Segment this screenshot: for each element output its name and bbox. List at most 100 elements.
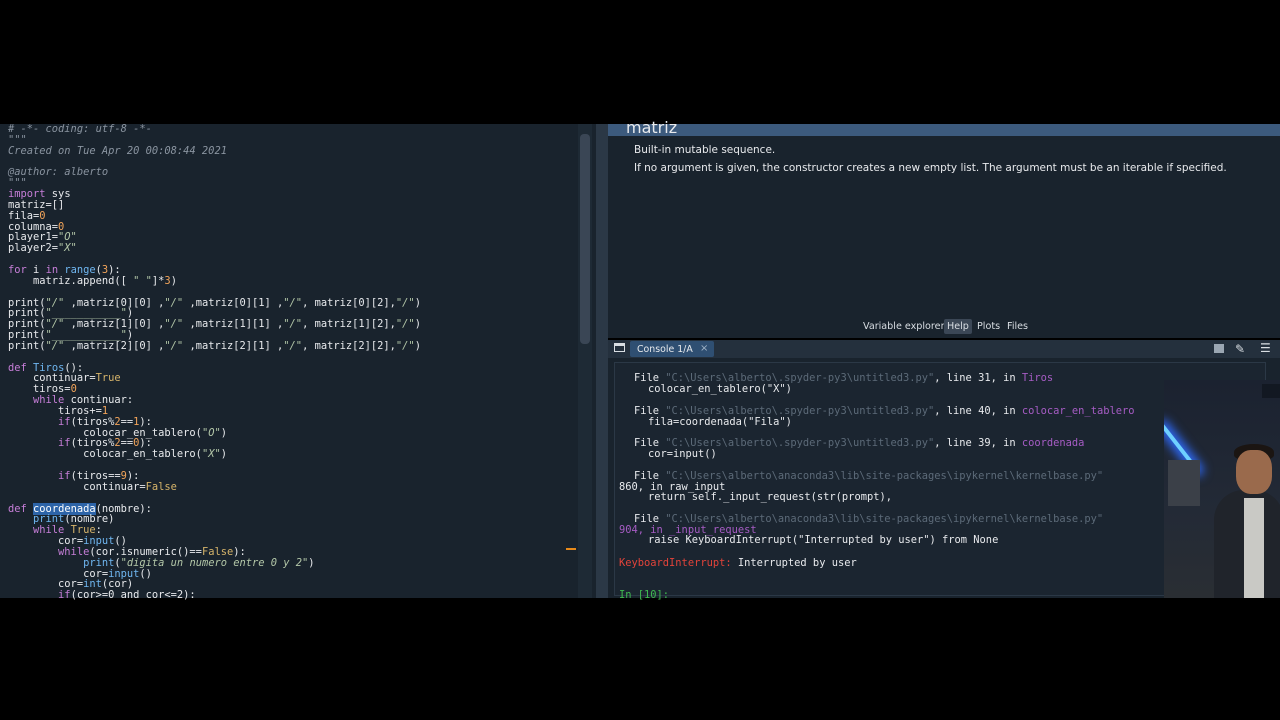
code-token: # -*- coding: utf-8 -*-	[8, 123, 152, 135]
code-line[interactable]: colocar_en_tablero("X")	[8, 449, 578, 460]
console-prompt: In [10]:	[619, 589, 670, 601]
console-tab-label: Console 1/A	[637, 344, 693, 355]
code-token: , matriz[0][2],	[302, 296, 396, 309]
stop-icon[interactable]	[1214, 344, 1224, 353]
code-token: "O"	[201, 426, 221, 439]
code-line[interactable]: continuar=False	[8, 480, 578, 493]
code-line[interactable]: # -*- coding: utf-8 -*-	[8, 124, 578, 135]
traceback-line-860: 860, in raw_input	[619, 481, 726, 493]
code-line[interactable]	[8, 493, 578, 504]
code-line[interactable]: """	[8, 178, 578, 189]
code-token: player2=	[8, 242, 59, 255]
help-object-title: matriz	[626, 118, 678, 137]
code-token: "X"	[201, 448, 221, 461]
code-token: ,matriz[1][1] ,	[183, 318, 284, 331]
code-line[interactable]	[8, 352, 578, 363]
tab-help[interactable]: Help	[944, 319, 972, 334]
code-token: "/"	[45, 339, 65, 352]
code-token: ()	[139, 567, 152, 580]
error-name: KeyboardInterrupt:	[619, 557, 732, 569]
code-line[interactable]: columna=0	[8, 221, 578, 233]
traceback-rest: , line 31, in	[934, 372, 1022, 384]
code-token: )	[170, 274, 177, 287]
close-icon[interactable]: ×	[700, 343, 708, 354]
presenter-shirt	[1244, 498, 1264, 598]
code-token: "/"	[395, 296, 415, 309]
pane-tabs: Variable explorer Help Plots Files	[608, 316, 1280, 338]
code-token: )	[414, 339, 421, 352]
code-token: print(	[8, 339, 46, 352]
code-token: ]*	[151, 274, 165, 287]
tab-files[interactable]: Files	[1004, 319, 1031, 334]
tab-variable-explorer[interactable]: Variable explorer	[860, 319, 948, 334]
code-token: "/"	[283, 339, 303, 352]
code-line[interactable]: matriz=[]	[8, 199, 578, 211]
code-token: )	[414, 296, 421, 309]
code-token: if	[58, 589, 71, 602]
code-token: colocar_en_tablero(	[8, 448, 202, 461]
code-line[interactable]: Created on Tue Apr 20 00:08:44 2021	[8, 145, 578, 157]
code-token: "/"	[395, 339, 415, 352]
help-description-line1: Built-in mutable sequence.	[634, 144, 776, 156]
code-token: True	[95, 372, 121, 385]
code-token: )	[414, 318, 421, 331]
traceback-fn: colocar_en_tablero	[1021, 405, 1135, 417]
code-token: )	[220, 426, 227, 439]
editor-warning-marker	[566, 548, 576, 550]
code-token: continuar=	[8, 480, 146, 493]
code-token: matriz.append([	[8, 274, 134, 287]
error-message: KeyboardInterrupt: Interrupted by user	[619, 557, 857, 569]
pane-splitter[interactable]	[596, 124, 608, 598]
traceback-rest: , line 39, in	[934, 437, 1022, 449]
code-line[interactable]: import sys	[8, 189, 578, 200]
traceback-path: "C:\Users\alberto\anaconda3\lib\site-pac…	[665, 470, 1104, 482]
presenter-head	[1236, 450, 1272, 494]
traceback-code-line: colocar_en_tablero("X")	[648, 383, 792, 395]
code-line[interactable]: fila=0	[8, 210, 578, 222]
code-token: "/"	[164, 318, 184, 331]
code-token: "/"	[395, 318, 415, 331]
traceback-code-line: fila=coordenada("Fila")	[648, 416, 792, 428]
console-menu-icon[interactable]	[614, 343, 625, 352]
traceback-rest: , line 40, in	[934, 405, 1022, 417]
code-token: (cor>=0 and cor<=2):	[70, 589, 196, 602]
code-token: "/"	[283, 318, 303, 331]
code-token: False	[145, 480, 177, 493]
code-line[interactable]: if(cor>=0 and cor<=2):	[8, 590, 578, 601]
code-line[interactable]: print("/" ,matriz[2][0] ,"/" ,matriz[2][…	[8, 339, 578, 352]
code-line[interactable]: player2="X"	[8, 243, 578, 254]
code-token: "/"	[164, 339, 184, 352]
tab-plots[interactable]: Plots	[974, 319, 1003, 334]
traceback-line-904: 904, in _input_request	[619, 524, 757, 536]
code-line[interactable]: @author: alberto	[8, 167, 578, 178]
code-token: "/"	[164, 296, 184, 309]
code-token: "/"	[283, 296, 303, 309]
code-token: ,matriz[0][1] ,	[183, 296, 284, 309]
webcam-overlay	[1164, 380, 1280, 598]
traceback-fn: Tiros	[1021, 372, 1054, 384]
webcam-top-strip	[1262, 384, 1280, 398]
tab-console[interactable]: Console 1/A ×	[630, 341, 714, 357]
eraser-icon[interactable]: ✎	[1235, 342, 1245, 356]
editor-code[interactable]: # -*- coding: utf-8 -*- """ Created on Tue…	[8, 124, 578, 601]
code-token: , matriz[2][2],	[302, 339, 396, 352]
error-text: Interrupted by user	[731, 557, 857, 569]
code-token: " "	[133, 274, 152, 287]
code-line[interactable]: continuar=True	[8, 373, 578, 384]
code-token: , matriz[1][2],	[302, 318, 396, 331]
code-line[interactable]: matriz.append([ " "]*3)	[8, 274, 578, 287]
options-menu-icon[interactable]: ☰	[1260, 341, 1271, 355]
traceback-code-line: cor=input()	[648, 448, 717, 460]
code-token: ,matriz[2][0] ,	[64, 339, 165, 352]
webcam-shelf	[1168, 460, 1200, 506]
code-token: )	[308, 556, 315, 569]
code-token: )	[220, 448, 227, 461]
help-description-line2: If no argument is given, the constructor…	[634, 162, 1227, 174]
code-token: "X"	[58, 242, 77, 255]
traceback-fn: coordenada	[1021, 437, 1085, 449]
code-line[interactable]: player1="O"	[8, 232, 578, 243]
console-tab-bar: Console 1/A × ✎ ☰	[608, 340, 1280, 358]
help-pane: matriz Built-in mutable sequence. If no …	[608, 118, 1280, 336]
code-token: ,matriz[2][1] ,	[183, 339, 284, 352]
editor-scrollbar-thumb[interactable]	[580, 134, 590, 344]
